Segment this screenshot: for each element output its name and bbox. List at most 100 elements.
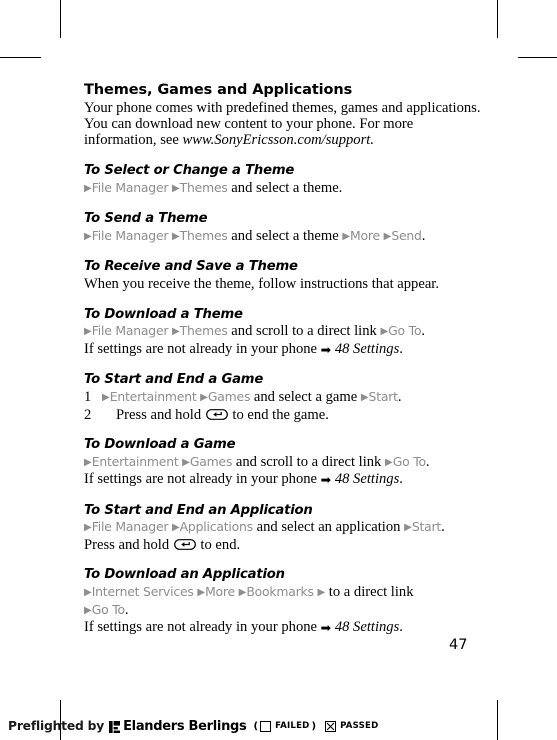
menu-item-start: Start — [411, 519, 442, 535]
section-path-start-end-application: ▶File Manager ▶Applications and select a… — [84, 519, 484, 536]
back-key-icon — [205, 408, 228, 420]
triangle-icon: ▶ — [171, 230, 180, 242]
section-tail-text: . — [421, 227, 426, 244]
section-heading-download-game: To Download a Game — [84, 436, 236, 452]
press-hold-text: Press and hold — [84, 536, 173, 553]
section-path-download-game: ▶Entertainment ▶Games and scroll to a di… — [84, 454, 484, 471]
list-number: 1 — [84, 389, 92, 406]
menu-item-go-to: Go To — [91, 601, 125, 617]
preflight-failed-label: FAILED — [275, 721, 310, 731]
page-content: Themes, Games and Applications Your phon… — [84, 82, 484, 636]
triangle-icon: ▶ — [171, 326, 180, 338]
cross-reference-arrow-icon: ➡ — [320, 619, 332, 635]
section-tail-text: . — [425, 453, 430, 470]
preflight-paren-close: ) — [311, 720, 317, 732]
passed-checkbox[interactable] — [325, 720, 337, 732]
triangle-icon: ▶ — [404, 522, 412, 534]
menu-item-themes: Themes — [179, 179, 228, 195]
preflight-brand: Elanders Berlings — [123, 718, 247, 734]
cross-reference-link: 48 Settings — [334, 618, 400, 635]
triangle-icon: ▶ — [200, 392, 208, 404]
to-end-text: to end. — [196, 536, 241, 553]
menu-item-file-manager: File Manager — [91, 227, 169, 243]
triangle-icon: ▶ — [380, 326, 389, 338]
menu-item-entertainment: Entertainment — [91, 453, 179, 469]
menu-item-entertainment: Entertainment — [109, 389, 197, 405]
list-item: 1 ▶Entertainment ▶Games and select a game… — [84, 389, 484, 406]
menu-item-games: Games — [207, 389, 251, 405]
page-number: 47 — [449, 637, 468, 653]
elanders-logo-icon — [109, 720, 121, 733]
preflight-paren-open: ( — [253, 720, 259, 732]
section-tail-text: and select a theme. — [227, 179, 343, 196]
preflight-footer: Preflighted by Elanders Berlings ( FAILE… — [8, 716, 378, 736]
triangle-icon: ▶ — [84, 587, 92, 599]
note-text: If settings are not already in your phon… — [84, 471, 321, 488]
menu-item-more: More — [350, 227, 380, 243]
section-mid-text: and select an application — [252, 519, 405, 536]
section-heading-select-change-theme: To Select or Change a Theme — [84, 162, 295, 178]
cross-reference-link: 48 Settings — [334, 471, 400, 488]
menu-item-more: More — [205, 584, 235, 600]
note-text: If settings are not already in your phon… — [84, 340, 321, 357]
section-tail-text: . — [421, 323, 425, 340]
crop-mark-top-right-horizontal — [518, 57, 557, 58]
step-pre-text: Press and hold — [116, 406, 205, 423]
preflight-passed-label: PASSED — [340, 721, 379, 731]
menu-item-file-manager: File Manager — [91, 519, 169, 535]
section-heading-receive-save-theme: To Receive and Save a Theme — [84, 259, 298, 275]
crop-mark-top-left-horizontal — [0, 57, 41, 58]
section-path-select-change-theme: ▶File Manager ▶Themes and select a theme… — [84, 180, 484, 197]
list-item: 2 Press and hold to end the game. — [84, 407, 484, 423]
section-mid-text: and scroll to a direct link — [232, 453, 386, 470]
note-tail: . — [399, 471, 403, 488]
step-mid-text: and select a game — [250, 389, 361, 406]
section-tail-text: . — [441, 519, 445, 536]
section-heading-download-application: To Download an Application — [84, 567, 285, 583]
triangle-icon: ▶ — [197, 587, 206, 599]
menu-item-applications: Applications — [179, 519, 253, 535]
triangle-icon: ▶ — [385, 456, 393, 468]
triangle-icon: ▶ — [84, 326, 92, 338]
triangle-icon: ▶ — [84, 456, 92, 468]
section-second-line-start-end-application: Press and hold to end. — [84, 537, 484, 553]
section-tail-text: . — [124, 601, 129, 618]
triangle-icon: ▶ — [84, 522, 92, 534]
cross-reference-link: 48 Settings — [334, 340, 400, 357]
triangle-icon: ▶ — [182, 456, 190, 468]
section-path-download-application-continued: ▶Go To. — [84, 602, 484, 619]
section-path-download-application: ▶Internet Services ▶More ▶Bookmarks ▶ to… — [84, 584, 484, 601]
note-text: If settings are not already in your phon… — [84, 618, 321, 635]
page-title: Themes, Games and Applications — [84, 82, 353, 98]
menu-item-themes: Themes — [179, 227, 228, 243]
menu-item-games: Games — [189, 453, 233, 469]
triangle-icon: ▶ — [342, 230, 351, 242]
menu-item-go-to: Go To — [388, 323, 422, 339]
preflight-prefix: Preflighted by — [8, 719, 105, 733]
section-note-download-theme: If settings are not already in your phon… — [84, 341, 484, 358]
section-body-receive-save-theme: When you receive the theme, follow instr… — [84, 276, 439, 293]
crop-mark-bottom-right-vertical — [497, 700, 498, 740]
failed-checkbox[interactable] — [260, 720, 272, 732]
section-mid-text: to a direct link — [325, 584, 414, 601]
section-note-download-game: If settings are not already in your phon… — [84, 471, 484, 488]
section-mid-text: and select a theme — [227, 227, 343, 244]
section-note-download-application: If settings are not already in your phon… — [84, 619, 484, 636]
section-heading-send-theme: To Send a Theme — [84, 211, 208, 227]
crop-mark-top-left-vertical — [60, 0, 61, 38]
section-path-download-theme: ▶File Manager ▶Themes and scroll to a di… — [84, 323, 484, 340]
menu-item-file-manager: File Manager — [91, 179, 169, 195]
back-key-icon — [173, 538, 196, 550]
list-number: 2 — [84, 406, 92, 423]
intro-paragraph: Your phone comes with predefined themes,… — [84, 100, 484, 149]
menu-item-go-to: Go To — [392, 453, 426, 469]
menu-item-send: Send — [391, 227, 422, 243]
triangle-icon: ▶ — [171, 182, 180, 194]
step-post-text: to end the game. — [228, 406, 329, 423]
step-tail-text: . — [397, 389, 402, 406]
menu-item-start: Start — [368, 389, 398, 405]
section-path-send-theme: ▶File Manager ▶Themes and select a theme… — [84, 228, 484, 245]
note-tail: . — [399, 340, 403, 357]
triangle-icon: ▶ — [317, 587, 326, 599]
triangle-icon: ▶ — [171, 522, 180, 534]
